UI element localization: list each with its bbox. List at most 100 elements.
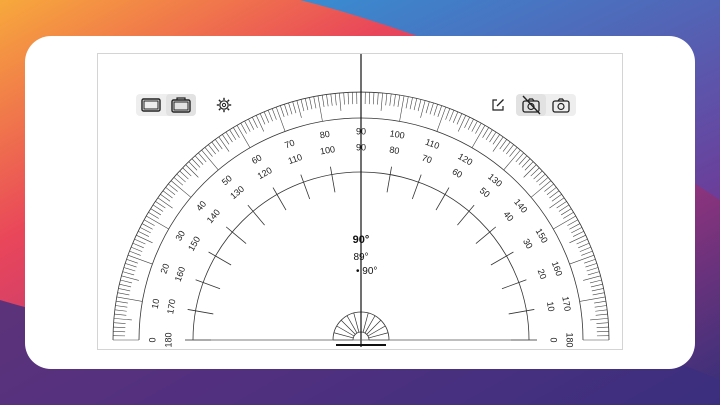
degree-tick	[339, 92, 342, 111]
degree-tick	[267, 109, 273, 122]
inner-outer-tick	[526, 309, 535, 312]
degree-tick	[456, 113, 463, 125]
degree-tick	[134, 238, 146, 245]
inner-outer-tick	[187, 309, 196, 312]
inner-outer-tick	[518, 279, 527, 283]
degree-tick	[117, 292, 130, 296]
degree-tick	[409, 97, 413, 110]
degree-tick	[373, 92, 375, 105]
inner-major-tick	[331, 174, 336, 193]
outer-label: 50	[220, 173, 234, 187]
inner-outer-tick	[506, 251, 514, 257]
inner-outer-tick	[389, 166, 392, 175]
edit-button[interactable]	[488, 95, 508, 115]
inner-major-tick	[202, 282, 221, 290]
outer-label: 110	[424, 137, 441, 151]
degree-tick	[139, 227, 151, 234]
degree-tick	[126, 258, 138, 264]
degree-tick	[437, 105, 443, 117]
degree-tick	[150, 208, 162, 216]
degree-tick	[120, 279, 133, 284]
degree-tick	[595, 313, 608, 316]
inner-major-tick	[435, 194, 446, 211]
inner-label: 0	[549, 337, 559, 342]
degree-tick	[313, 96, 317, 109]
degree-tick	[136, 234, 153, 244]
inner-label: 160	[173, 265, 188, 283]
outer-label: 140	[512, 197, 529, 215]
degree-tick	[309, 97, 313, 110]
degree-tick	[467, 118, 474, 130]
degree-tick	[113, 322, 126, 324]
degree-tick	[343, 92, 345, 105]
degree-tick	[492, 134, 500, 145]
degree-tick	[592, 292, 605, 296]
degree-tick	[445, 108, 451, 120]
degree-tick	[569, 223, 581, 230]
degree-tick	[399, 95, 405, 122]
degree-tick	[123, 267, 136, 272]
degree-tick	[141, 223, 153, 230]
degree-tick	[143, 219, 155, 226]
inner-major-tick	[475, 231, 490, 244]
degree-tick	[137, 231, 150, 237]
inner-outer-tick	[418, 174, 422, 183]
degree-tick	[240, 122, 247, 134]
degree-tick	[590, 283, 603, 288]
degree-tick	[155, 201, 166, 209]
degree-tick	[132, 242, 144, 249]
inner-major-tick	[508, 310, 527, 315]
degree-tick	[558, 204, 570, 212]
degree-tick	[397, 95, 401, 107]
outer-label: 40	[194, 199, 208, 213]
degree-tick	[248, 118, 255, 130]
degree-tick	[471, 120, 478, 132]
portrait-frame-icon	[171, 97, 191, 113]
degree-tick	[405, 96, 409, 109]
degree-tick	[127, 254, 153, 265]
camera-button[interactable]	[546, 94, 576, 116]
degree-tick	[567, 219, 579, 226]
degree-tick	[275, 106, 286, 132]
degree-tick	[317, 95, 323, 122]
camera-icon	[552, 98, 570, 113]
degree-tick	[563, 212, 574, 219]
degree-tick	[148, 212, 159, 219]
inner-label: 100	[319, 144, 336, 156]
inner-label: 40	[502, 209, 516, 223]
degree-tick	[589, 279, 602, 284]
degree-tick	[288, 102, 293, 115]
settings-button[interactable]	[214, 95, 234, 115]
degree-tick	[572, 231, 585, 237]
degree-tick	[259, 113, 266, 125]
degree-tick	[113, 318, 132, 321]
degree-tick	[255, 115, 265, 132]
inner-outer-tick	[444, 187, 450, 195]
outer-label: 160	[550, 260, 565, 278]
inner-label: 150	[186, 235, 202, 253]
degree-tick	[292, 101, 297, 114]
degree-tick	[244, 120, 251, 132]
inner-major-tick	[386, 174, 391, 193]
inner-major-tick	[276, 194, 287, 211]
degree-tick	[436, 106, 447, 132]
degree-tick	[560, 208, 572, 216]
inner-label: 80	[389, 145, 401, 157]
camera-off-button[interactable]	[516, 94, 546, 116]
inner-major-tick	[252, 211, 265, 226]
outer-label: 10	[150, 298, 162, 310]
inner-major-tick	[195, 310, 214, 315]
center-ray	[340, 319, 356, 335]
degree-tick	[389, 93, 392, 106]
degree-tick	[556, 201, 567, 209]
portrait-frame-button[interactable]	[166, 94, 196, 116]
inner-major-tick	[303, 181, 311, 200]
protractor-screen: 0 180 10 170 20 160 30 150 40 140 50 130 60 120 70 110 8…	[97, 53, 623, 350]
degree-tick	[377, 92, 379, 105]
degree-tick	[119, 283, 132, 288]
landscape-frame-icon	[141, 98, 161, 112]
inner-major-tick	[215, 255, 232, 266]
degree-tick	[114, 309, 127, 312]
landscape-frame-button[interactable]	[136, 94, 166, 116]
degree-tick	[452, 111, 459, 123]
